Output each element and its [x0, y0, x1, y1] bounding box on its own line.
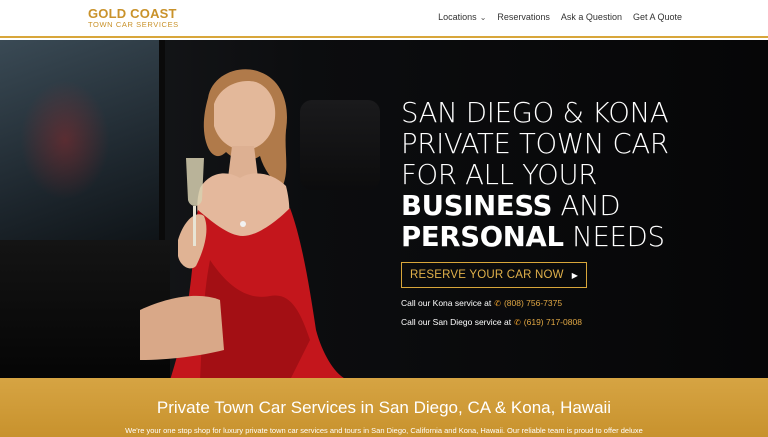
headline-line: PERSONAL NEEDS: [401, 222, 741, 253]
headline-line: FOR ALL YOUR: [401, 159, 598, 191]
play-arrow-icon: ▶: [571, 270, 579, 280]
nav-item-label: Locations: [438, 12, 477, 22]
hero-section: SAN DIEGO & KONA PRIVATE TOWN CAR FOR AL…: [0, 40, 768, 378]
headline-and: AND: [552, 190, 621, 222]
logo-main-text: GOLD COAST: [88, 6, 177, 21]
hero-headline: SAN DIEGO & KONA PRIVATE TOWN CAR FOR AL…: [401, 98, 741, 253]
reserve-car-button[interactable]: RESERVE YOUR CAR NOW ▶: [401, 262, 588, 288]
san-diego-phone-link[interactable]: (619) 717-0808: [524, 317, 582, 327]
headline-line: PRIVATE TOWN CAR: [401, 128, 669, 160]
headline-needs: NEEDS: [563, 221, 665, 253]
services-title: Private Town Car Services in San Diego, …: [156, 398, 612, 417]
headline-line: SAN DIEGO & KONA: [401, 97, 669, 129]
phone-icon: ✆: [494, 298, 501, 308]
nav-item-ask-a-question[interactable]: Ask a Question: [561, 12, 622, 22]
call-san-diego-line: Call our San Diego service at ✆ (619) 71…: [401, 317, 741, 327]
hero-woman-image: [140, 69, 345, 378]
headline-line: BUSINESS AND: [401, 191, 741, 222]
site-header: GOLD COAST TOWN CAR SERVICES Locations ⌄…: [0, 0, 768, 38]
services-intro-band: Private Town Car Services in San Diego, …: [0, 378, 768, 437]
headline-bold-business: BUSINESS: [401, 190, 553, 222]
hero-window-reflection: [20, 80, 110, 200]
kona-phone-link[interactable]: (808) 756-7375: [504, 298, 562, 308]
call-kona-line: Call our Kona service at ✆ (808) 756-737…: [401, 298, 741, 308]
nav-item-reservations[interactable]: Reservations: [497, 12, 550, 22]
call-san-diego-text: Call our San Diego service at: [401, 317, 512, 327]
phone-icon: ✆: [514, 317, 521, 327]
nav-item-get-a-quote[interactable]: Get A Quote: [633, 12, 682, 22]
nav-item-label: Reservations: [497, 12, 550, 22]
chevron-down-icon: ⌄: [479, 12, 487, 22]
call-kona-text: Call our Kona service at: [401, 298, 492, 308]
services-description: We're your one stop shop for luxury priv…: [125, 426, 643, 435]
headline-bold-personal: PERSONAL: [401, 221, 564, 253]
main-nav: Locations ⌄ Reservations Ask a Question …: [438, 12, 682, 22]
logo-sub-text: TOWN CAR SERVICES: [88, 20, 179, 29]
hero-content: SAN DIEGO & KONA PRIVATE TOWN CAR FOR AL…: [401, 98, 741, 327]
nav-item-label: Ask a Question: [560, 12, 622, 22]
nav-item-locations[interactable]: Locations ⌄: [438, 12, 486, 22]
nav-item-label: Get A Quote: [632, 12, 682, 22]
logo[interactable]: GOLD COAST TOWN CAR SERVICES: [88, 7, 179, 29]
reserve-car-label: RESERVE YOUR CAR NOW: [410, 269, 564, 281]
